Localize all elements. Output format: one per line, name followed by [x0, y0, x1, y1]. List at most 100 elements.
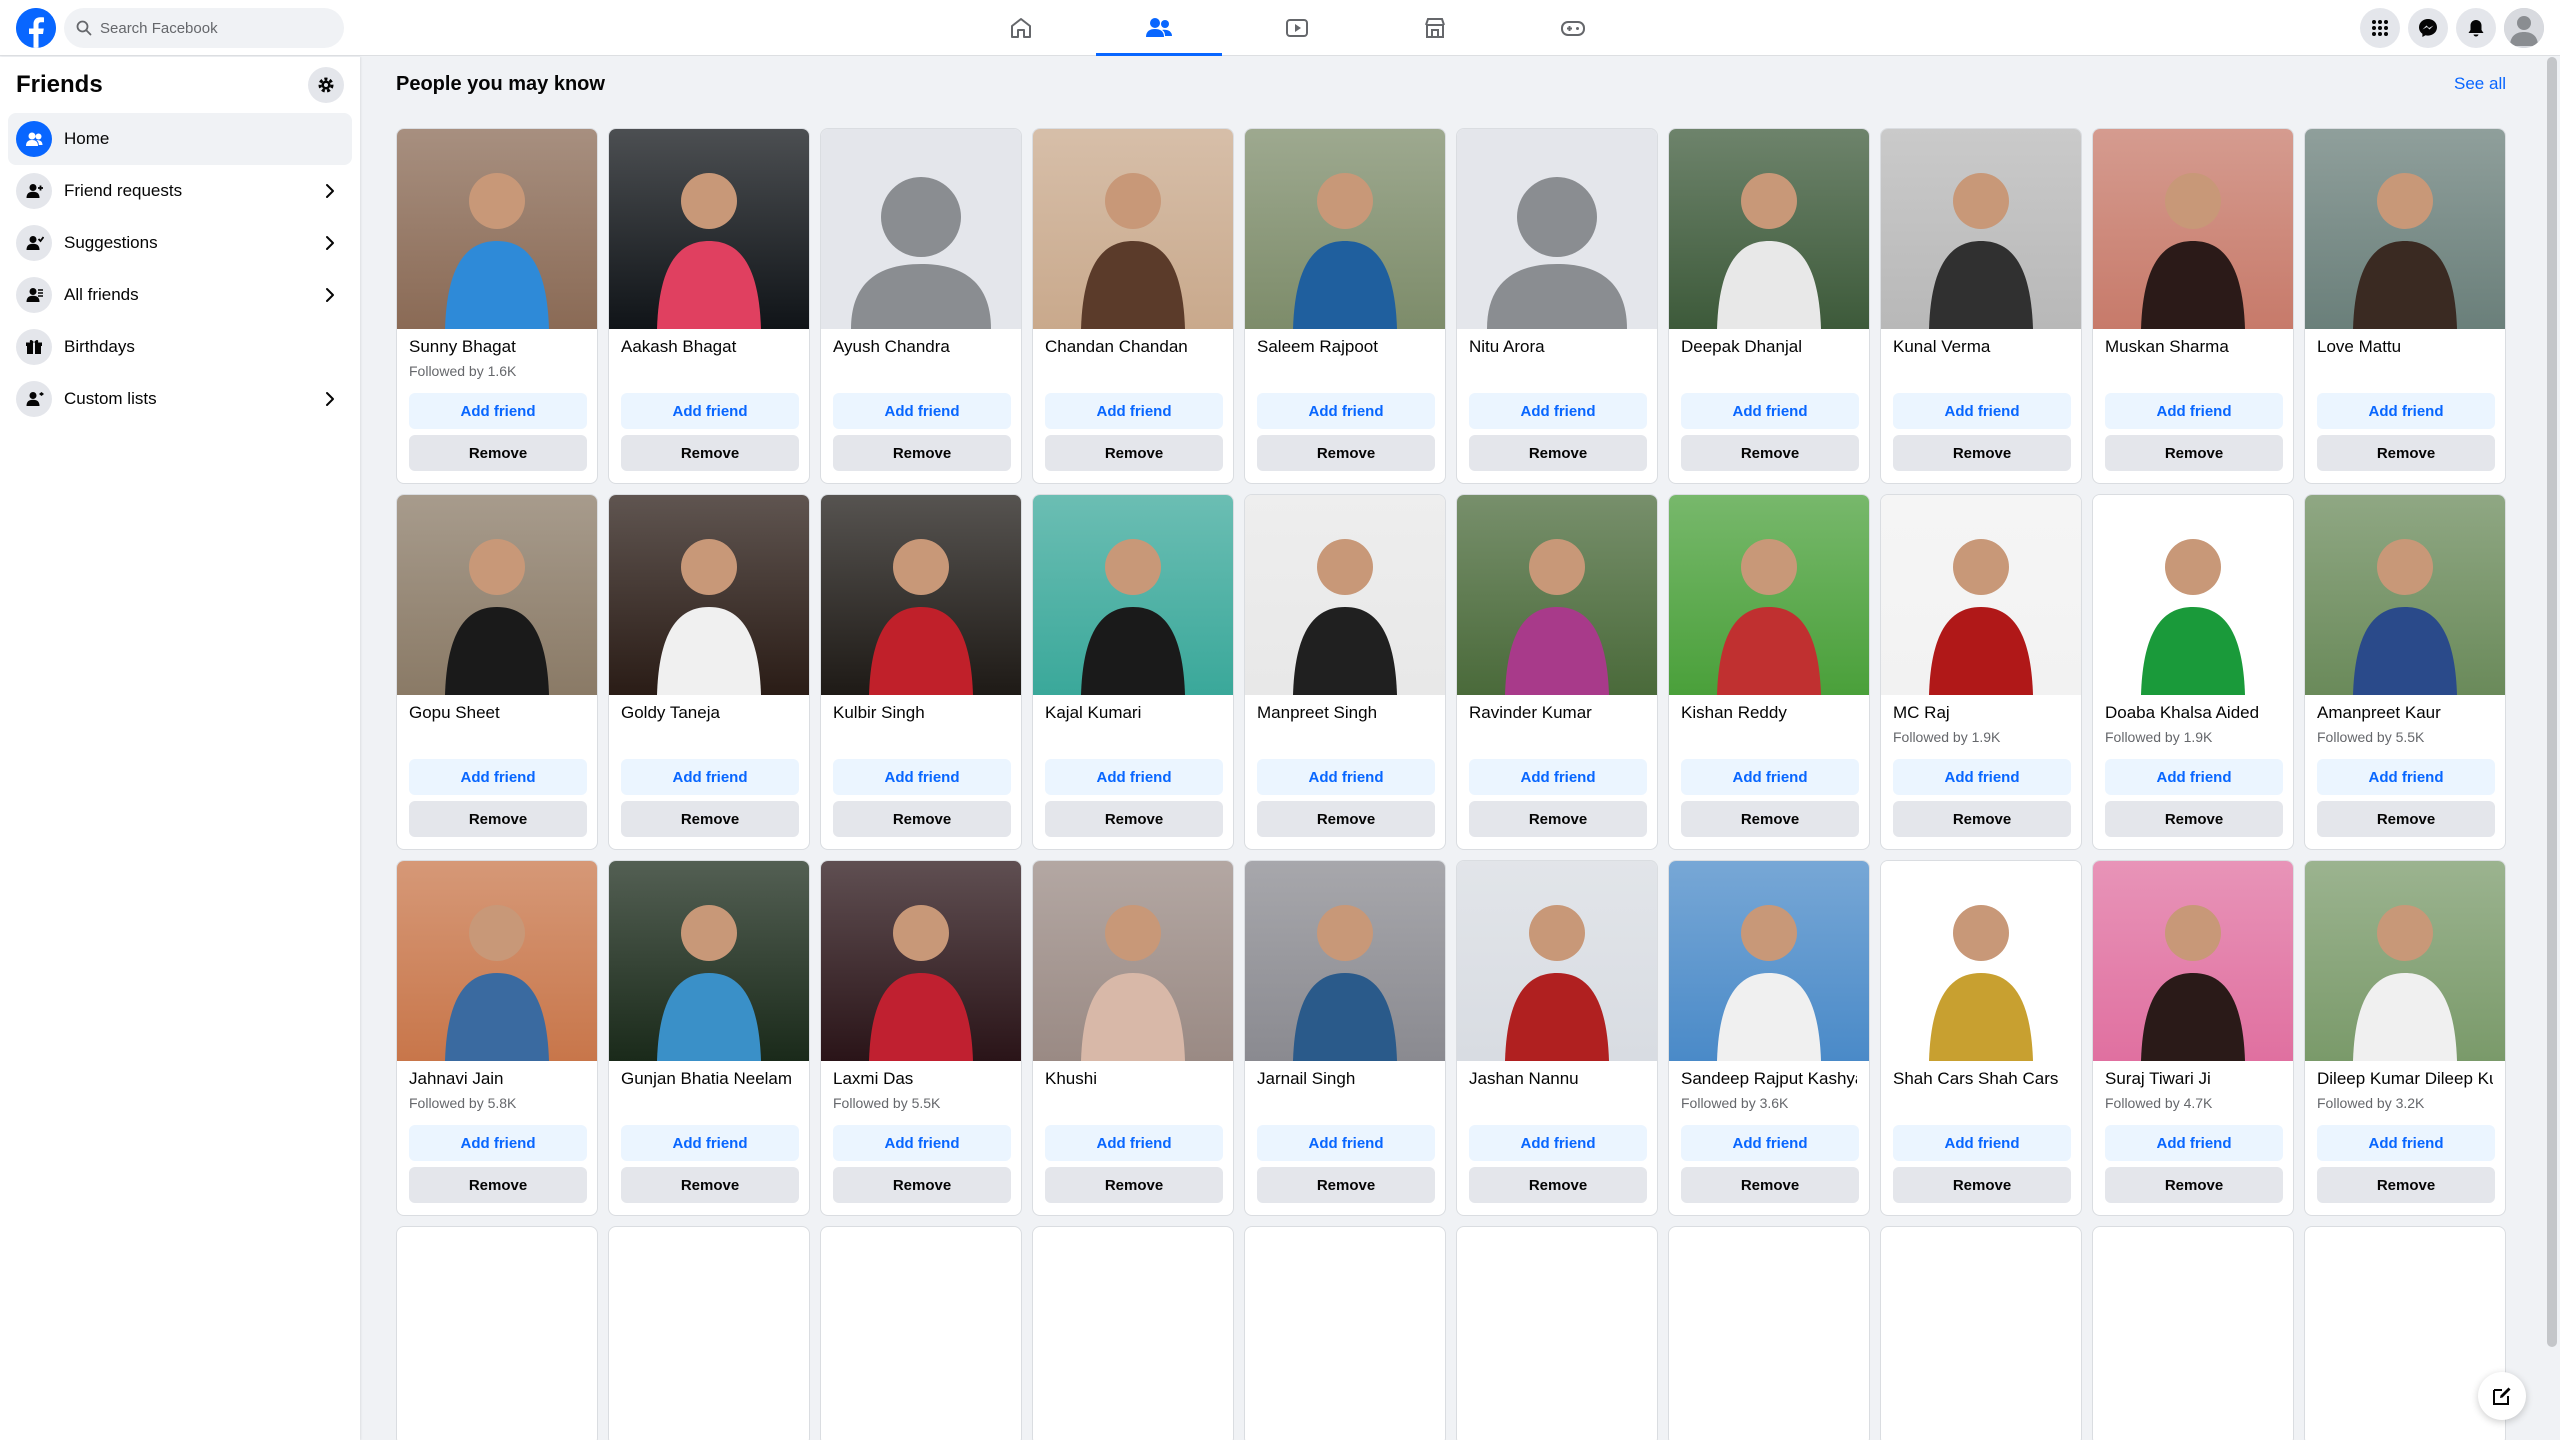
add-friend-button[interactable]: Add friend	[1045, 393, 1223, 429]
person-name[interactable]: Muskan Sharma	[2105, 337, 2281, 359]
facebook-logo-icon[interactable]	[16, 8, 56, 48]
person-name[interactable]: Doaba Khalsa Aided	[2105, 703, 2281, 725]
person-name[interactable]: Sandeep Rajput Kashyap	[1681, 1069, 1857, 1091]
add-friend-button[interactable]: Add friend	[1257, 393, 1435, 429]
remove-button[interactable]: Remove	[409, 801, 587, 837]
page-scrollbar[interactable]	[2544, 57, 2560, 1440]
profile-photo[interactable]	[1881, 861, 2081, 1061]
account-avatar[interactable]	[2504, 8, 2544, 48]
profile-photo[interactable]	[609, 861, 809, 1061]
profile-photo[interactable]	[1457, 495, 1657, 695]
sidebar-item-all-friends[interactable]: All friends	[8, 269, 352, 321]
add-friend-button[interactable]: Add friend	[1469, 759, 1647, 795]
profile-photo[interactable]	[397, 495, 597, 695]
person-name[interactable]: Saleem Rajpoot	[1257, 337, 1433, 359]
remove-button[interactable]: Remove	[1681, 801, 1859, 837]
add-friend-button[interactable]: Add friend	[409, 1125, 587, 1161]
add-friend-button[interactable]: Add friend	[621, 759, 799, 795]
remove-button[interactable]: Remove	[1681, 435, 1859, 471]
profile-photo[interactable]	[2305, 495, 2505, 695]
person-name[interactable]: Love Mattu	[2317, 337, 2493, 359]
profile-photo[interactable]	[397, 861, 597, 1061]
profile-photo[interactable]	[1033, 129, 1233, 329]
remove-button[interactable]: Remove	[1893, 801, 2071, 837]
add-friend-button[interactable]: Add friend	[2105, 393, 2283, 429]
remove-button[interactable]: Remove	[1257, 801, 1435, 837]
person-name[interactable]: Laxmi Das	[833, 1069, 1009, 1091]
remove-button[interactable]: Remove	[833, 1167, 1011, 1203]
profile-photo[interactable]	[1881, 495, 2081, 695]
add-friend-button[interactable]: Add friend	[409, 759, 587, 795]
profile-photo[interactable]	[1669, 861, 1869, 1061]
remove-button[interactable]: Remove	[621, 1167, 799, 1203]
search-input[interactable]	[100, 19, 320, 37]
person-name[interactable]: Kulbir Singh	[833, 703, 1009, 725]
remove-button[interactable]: Remove	[1469, 1167, 1647, 1203]
remove-button[interactable]: Remove	[1257, 435, 1435, 471]
remove-button[interactable]: Remove	[1893, 1167, 2071, 1203]
profile-photo[interactable]	[1033, 495, 1233, 695]
profile-photo[interactable]	[1245, 861, 1445, 1061]
person-name[interactable]: Goldy Taneja	[621, 703, 797, 725]
add-friend-button[interactable]: Add friend	[2317, 759, 2495, 795]
add-friend-button[interactable]: Add friend	[1045, 759, 1223, 795]
sidebar-item-suggestions[interactable]: Suggestions	[8, 217, 352, 269]
new-message-button[interactable]	[2478, 1372, 2526, 1420]
sidebar-item-custom-lists[interactable]: Custom lists	[8, 373, 352, 425]
messenger-button[interactable]	[2408, 8, 2448, 48]
profile-photo[interactable]	[1881, 129, 2081, 329]
profile-photo[interactable]	[1457, 129, 1657, 329]
remove-button[interactable]: Remove	[833, 435, 1011, 471]
remove-button[interactable]: Remove	[2317, 801, 2495, 837]
tab-marketplace[interactable]	[1372, 0, 1498, 56]
person-name[interactable]: Gopu Sheet	[409, 703, 585, 725]
add-friend-button[interactable]: Add friend	[833, 393, 1011, 429]
add-friend-button[interactable]: Add friend	[2317, 1125, 2495, 1161]
profile-photo[interactable]	[1669, 129, 1869, 329]
remove-button[interactable]: Remove	[1045, 1167, 1223, 1203]
add-friend-button[interactable]: Add friend	[1893, 1125, 2071, 1161]
remove-button[interactable]: Remove	[621, 435, 799, 471]
profile-photo[interactable]	[2093, 495, 2293, 695]
add-friend-button[interactable]: Add friend	[1681, 393, 1859, 429]
add-friend-button[interactable]: Add friend	[621, 393, 799, 429]
profile-photo[interactable]	[397, 129, 597, 329]
person-name[interactable]: Suraj Tiwari Ji	[2105, 1069, 2281, 1091]
add-friend-button[interactable]: Add friend	[2105, 759, 2283, 795]
add-friend-button[interactable]: Add friend	[1045, 1125, 1223, 1161]
remove-button[interactable]: Remove	[409, 435, 587, 471]
remove-button[interactable]: Remove	[1469, 801, 1647, 837]
see-all-link[interactable]: See all	[2454, 74, 2506, 94]
person-name[interactable]: Manpreet Singh	[1257, 703, 1433, 725]
add-friend-button[interactable]: Add friend	[2317, 393, 2495, 429]
remove-button[interactable]: Remove	[1045, 801, 1223, 837]
person-name[interactable]: Deepak Dhanjal	[1681, 337, 1857, 359]
add-friend-button[interactable]: Add friend	[1681, 1125, 1859, 1161]
add-friend-button[interactable]: Add friend	[1893, 393, 2071, 429]
profile-photo[interactable]	[1033, 861, 1233, 1061]
person-name[interactable]: Kajal Kumari	[1045, 703, 1221, 725]
search-box[interactable]	[64, 8, 344, 48]
add-friend-button[interactable]: Add friend	[409, 393, 587, 429]
profile-photo[interactable]	[2093, 129, 2293, 329]
sidebar-item-birthdays[interactable]: Birthdays	[8, 321, 352, 373]
person-name[interactable]: Jashan Nannu	[1469, 1069, 1645, 1091]
add-friend-button[interactable]: Add friend	[1257, 1125, 1435, 1161]
person-name[interactable]: Sunny Bhagat	[409, 337, 585, 359]
remove-button[interactable]: Remove	[2317, 435, 2495, 471]
tab-home[interactable]	[958, 0, 1084, 56]
add-friend-button[interactable]: Add friend	[833, 759, 1011, 795]
person-name[interactable]: Jahnavi Jain	[409, 1069, 585, 1091]
profile-photo[interactable]	[821, 861, 1021, 1061]
add-friend-button[interactable]: Add friend	[1469, 1125, 1647, 1161]
profile-photo[interactable]	[821, 129, 1021, 329]
profile-photo[interactable]	[1245, 495, 1445, 695]
person-name[interactable]: MC Raj	[1893, 703, 2069, 725]
sidebar-item-home[interactable]: Home	[8, 113, 352, 165]
add-friend-button[interactable]: Add friend	[1681, 759, 1859, 795]
add-friend-button[interactable]: Add friend	[1469, 393, 1647, 429]
person-name[interactable]: Kunal Verma	[1893, 337, 2069, 359]
scrollbar-thumb[interactable]	[2547, 57, 2557, 1347]
profile-photo[interactable]	[609, 129, 809, 329]
remove-button[interactable]: Remove	[1469, 435, 1647, 471]
